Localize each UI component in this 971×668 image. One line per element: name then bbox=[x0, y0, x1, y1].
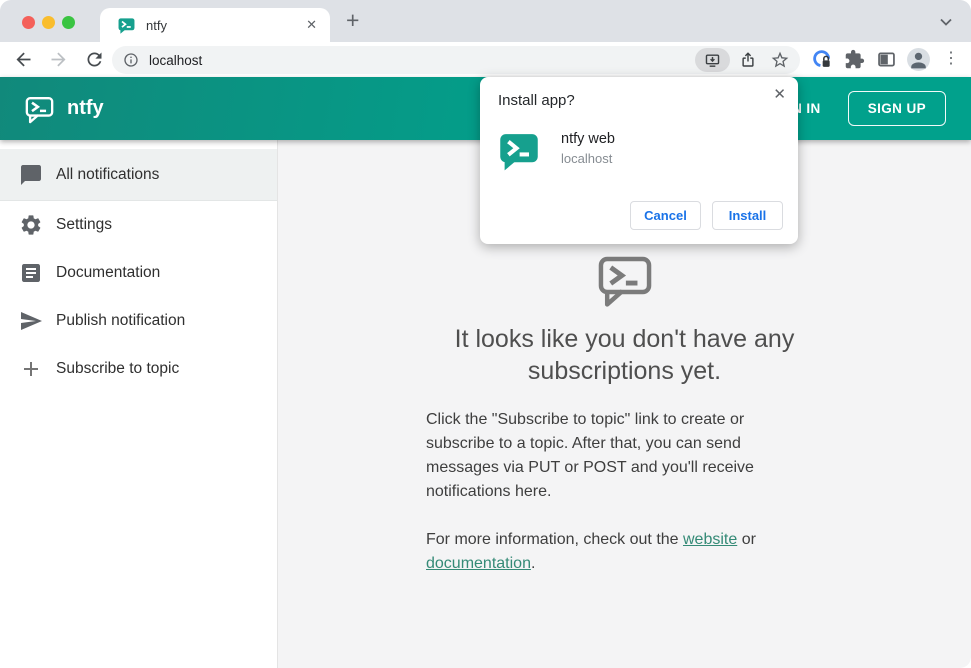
extensions-puzzle-icon[interactable] bbox=[844, 49, 865, 70]
sidebar-item-subscribe-to-topic[interactable]: Subscribe to topic bbox=[0, 345, 277, 393]
maximize-window-button[interactable] bbox=[62, 16, 75, 29]
forward-button-icon[interactable] bbox=[48, 49, 69, 70]
install-button[interactable]: Install bbox=[712, 201, 783, 230]
sidebar-item-label: Publish notification bbox=[56, 312, 186, 329]
sidebar-item-documentation[interactable]: Documentation bbox=[0, 249, 277, 297]
brand-title: ntfy bbox=[67, 97, 104, 119]
sidebar-item-label: Documentation bbox=[56, 264, 161, 281]
sidebar-item-settings[interactable]: Settings bbox=[0, 201, 277, 249]
tab-strip: ntfy ✕ + bbox=[0, 0, 971, 42]
more-info-text: . bbox=[530, 555, 536, 572]
sign-up-button[interactable]: SIGN UP bbox=[847, 91, 946, 126]
chat-icon bbox=[21, 164, 41, 185]
site-info-icon[interactable] bbox=[123, 52, 139, 68]
url-text: localhost bbox=[149, 52, 203, 68]
dialog-title: Install app? bbox=[498, 92, 575, 109]
tab-close-icon[interactable]: ✕ bbox=[306, 17, 317, 33]
send-icon bbox=[21, 312, 42, 330]
sidebar-item-publish-notification[interactable]: Publish notification bbox=[0, 297, 277, 345]
empty-state-paragraph: Click the "Subscribe to topic" link to c… bbox=[426, 411, 754, 500]
tab-search-chevron-icon[interactable] bbox=[937, 13, 955, 31]
gear-icon bbox=[21, 215, 41, 235]
address-bar[interactable]: localhost bbox=[112, 46, 800, 74]
sidebar-item-label: Settings bbox=[56, 216, 113, 233]
ntfy-watermark-icon bbox=[594, 251, 656, 308]
install-app-dialog: Install app? ✕ ntfy web localhost Cancel… bbox=[480, 77, 798, 244]
sidebar-item-label: Subscribe to topic bbox=[56, 360, 180, 377]
browser-toolbar: localhost ⋮ bbox=[0, 42, 971, 77]
more-info-text: For more information, check out the bbox=[426, 531, 683, 548]
dialog-app-origin: localhost bbox=[561, 151, 613, 166]
close-window-button[interactable] bbox=[22, 16, 35, 29]
install-app-button[interactable] bbox=[695, 48, 730, 72]
website-link[interactable]: website bbox=[683, 531, 737, 548]
sidebar-nav: All notifications Settings Documentation… bbox=[0, 140, 278, 668]
plus-icon bbox=[24, 362, 38, 376]
more-info-text: or bbox=[737, 531, 756, 548]
sidebar-item-label: All notifications bbox=[56, 165, 160, 183]
share-icon[interactable] bbox=[739, 51, 757, 69]
side-panel-icon[interactable] bbox=[876, 49, 897, 70]
tab-title: ntfy bbox=[146, 17, 167, 33]
reload-button-icon[interactable] bbox=[84, 49, 105, 70]
ntfy-logo-icon bbox=[24, 94, 55, 124]
ntfy-favicon-icon bbox=[118, 17, 135, 34]
minimize-window-button[interactable] bbox=[42, 16, 55, 29]
privacy-extension-icon[interactable] bbox=[812, 49, 833, 70]
dialog-app-name: ntfy web bbox=[561, 131, 615, 147]
more-info-paragraph: For more information, check out the webs… bbox=[426, 528, 823, 576]
browser-menu-icon[interactable]: ⋮ bbox=[943, 48, 964, 69]
install-icon bbox=[705, 53, 720, 67]
ntfy-app-icon bbox=[499, 131, 539, 171]
browser-tab[interactable]: ntfy ✕ bbox=[100, 8, 330, 42]
bookmark-star-icon[interactable] bbox=[770, 50, 790, 70]
new-tab-button[interactable]: + bbox=[346, 7, 359, 34]
back-button-icon[interactable] bbox=[13, 49, 34, 70]
documentation-link[interactable]: documentation bbox=[426, 555, 531, 572]
dialog-close-icon[interactable]: ✕ bbox=[773, 85, 786, 103]
article-icon bbox=[22, 264, 40, 282]
browser-window: ntfy ✕ + localhost ⋮ ntfy IN SIGN UP All… bbox=[0, 0, 971, 668]
empty-state-heading: It looks like you don't have any subscri… bbox=[454, 325, 795, 385]
profile-avatar-icon[interactable] bbox=[906, 47, 931, 72]
cancel-button[interactable]: Cancel bbox=[630, 201, 701, 230]
sidebar-item-all-notifications[interactable]: All notifications bbox=[0, 149, 277, 201]
